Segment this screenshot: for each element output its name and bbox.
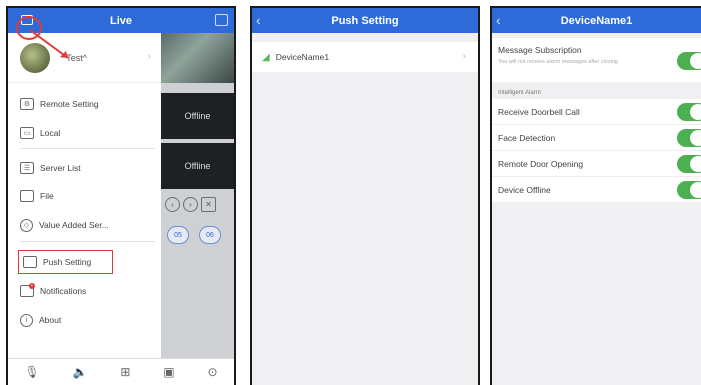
remote-setting-icon: ⚙: [20, 98, 34, 110]
split-screen-icon[interactable]: ⊞: [120, 365, 130, 379]
back-icon[interactable]: ‹: [256, 11, 261, 29]
alarm-label: Device Offline: [498, 184, 551, 195]
device-alarm-screen: ‹ DeviceName1 Message Subscription You w…: [490, 6, 701, 385]
menu-item-label: About: [39, 315, 62, 325]
push-title: Push Setting: [331, 14, 399, 27]
annotation-arrow: [29, 29, 69, 59]
device-offline-toggle[interactable]: [677, 181, 701, 199]
bottom-toolbar: 🎙 🔈 ⊞ ▣ ⊙: [8, 358, 234, 385]
notification-badge: •: [29, 283, 35, 289]
chevron-right-icon: ›: [147, 51, 151, 62]
menu-item-local[interactable]: ▭ Local: [20, 122, 150, 144]
arrow-right-icon[interactable]: ›: [183, 197, 198, 212]
subscription-row: Message Subscription You will not receiv…: [492, 38, 701, 82]
alarm-row-remote-door: Remote Door Opening: [492, 151, 701, 177]
live-title: Live: [109, 14, 132, 27]
push-setting-screen: ‹ Push Setting ◢ DeviceName1 ›: [250, 6, 480, 385]
offline-cell[interactable]: Offline: [161, 143, 234, 189]
speaker-icon[interactable]: 🔈: [73, 365, 88, 379]
local-icon: ▭: [20, 127, 34, 139]
ptz-controls: ‹ › ✕: [165, 197, 216, 212]
menu-item-server-list[interactable]: ☰ Server List: [20, 157, 150, 179]
menu-item-label: Remote Setting: [40, 99, 99, 109]
record-icon[interactable]: ▣: [163, 365, 174, 379]
divider: [20, 241, 155, 242]
doorbell-toggle[interactable]: [677, 103, 701, 121]
device-title: DeviceName1: [560, 14, 633, 27]
push-icon: [23, 256, 37, 268]
info-icon: i: [20, 313, 33, 327]
side-drawer: ^Test^ › ⚙ Remote Setting ▭ Local ☰ Serv…: [8, 33, 161, 385]
remote-door-toggle[interactable]: [677, 155, 701, 173]
menu-item-push-setting[interactable]: Push Setting: [18, 250, 113, 274]
arrow-left-icon[interactable]: ‹: [165, 197, 180, 212]
push-topbar: ‹ Push Setting: [252, 8, 478, 33]
menu-item-notifications[interactable]: • Notifications: [20, 280, 150, 302]
offline-cell[interactable]: Offline: [161, 93, 234, 139]
channel-buttons: 05 06: [167, 226, 221, 244]
menu-item-label: Server List: [40, 163, 81, 173]
menu-item-label: Local: [40, 128, 61, 138]
menu-item-label: Push Setting: [43, 257, 92, 267]
alarm-row-doorbell: Receive Doorbell Call: [492, 99, 701, 125]
camera-thumbnail[interactable]: [161, 33, 234, 83]
device-topbar: ‹ DeviceName1: [492, 8, 701, 33]
back-icon[interactable]: ‹: [496, 11, 501, 29]
alarm-label: Remote Door Opening: [498, 158, 584, 169]
face-detection-toggle[interactable]: [677, 129, 701, 147]
divider: [20, 148, 155, 149]
layout-grid-icon[interactable]: [215, 14, 228, 26]
menu-item-value-added[interactable]: ◇ Value Added Ser...: [20, 214, 150, 236]
section-label: Intelligent Alarm: [498, 90, 541, 96]
microphone-icon[interactable]: 🎙: [24, 365, 39, 379]
server-icon: ☰: [20, 162, 34, 174]
more-icon[interactable]: ⊙: [207, 365, 217, 379]
notification-icon: •: [20, 283, 35, 297]
device-name: DeviceName1: [275, 52, 330, 62]
menu-item-file[interactable]: File: [20, 185, 150, 207]
device-row[interactable]: ◢ DeviceName1 ›: [252, 42, 478, 72]
subscription-title: Message Subscription: [498, 45, 582, 55]
live-screen: Live Offline Offline ‹ › ✕ 05 06 ^Test^ …: [6, 6, 236, 385]
wifi-icon: ◢: [262, 51, 270, 63]
subscription-desc: You will not receive alarm messages afte…: [498, 59, 618, 65]
close-icon[interactable]: ✕: [201, 197, 216, 212]
alarm-row-device-offline: Device Offline: [492, 177, 701, 203]
menu-item-label: Value Added Ser...: [39, 220, 109, 230]
chevron-right-icon: ›: [462, 51, 466, 62]
menu-item-remote-setting[interactable]: ⚙ Remote Setting: [20, 93, 150, 115]
channel-button[interactable]: 05: [167, 226, 189, 244]
alarm-row-face-detection: Face Detection: [492, 125, 701, 151]
live-view-area: Offline Offline ‹ › ✕ 05 06: [161, 33, 234, 385]
channel-button[interactable]: 06: [199, 226, 221, 244]
menu-item-label: File: [40, 191, 54, 201]
folder-icon: [20, 190, 34, 202]
menu-item-about[interactable]: i About: [20, 309, 150, 331]
diamond-icon: ◇: [20, 218, 33, 232]
subscription-toggle[interactable]: [677, 52, 701, 70]
alarm-label: Face Detection: [498, 132, 556, 143]
menu-item-label: Notifications: [40, 286, 87, 296]
alarm-label: Receive Doorbell Call: [498, 106, 580, 117]
